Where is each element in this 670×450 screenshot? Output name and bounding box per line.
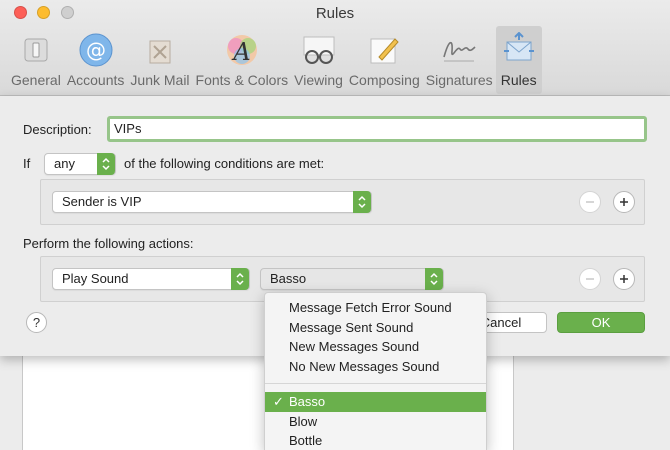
tab-fonts-colors[interactable]: A Fonts & Colors	[193, 26, 292, 94]
match-type-value: any	[54, 156, 75, 171]
ok-button[interactable]: OK	[557, 312, 645, 333]
menu-item-new-messages-sound[interactable]: New Messages Sound	[265, 337, 486, 357]
menu-item-bottle[interactable]: Bottle	[265, 431, 486, 450]
preferences-toolbar: General @ Accounts Junk Mail A Fonts & C…	[8, 26, 542, 94]
sound-value: Basso	[270, 271, 307, 286]
sound-popup[interactable]: Basso	[260, 268, 444, 290]
action-popup[interactable]: Play Sound	[52, 268, 250, 290]
title-bar: Rules General @ Accounts Junk Mail A Fon…	[0, 0, 670, 96]
actions-label: Perform the following actions:	[23, 236, 194, 251]
menu-item-message-sent-sound[interactable]: Message Sent Sound	[265, 318, 486, 338]
plus-icon	[620, 198, 628, 206]
junk-bin-icon	[140, 30, 180, 70]
menu-item-basso[interactable]: ✓ Basso	[265, 392, 486, 412]
tab-rules[interactable]: Rules	[495, 26, 542, 94]
popup-stepper-icon	[353, 191, 371, 213]
menu-item-label: Basso	[289, 394, 326, 409]
sound-dropdown-menu: Message Fetch Error Sound Message Sent S…	[264, 292, 487, 450]
popup-stepper-icon	[231, 268, 249, 290]
general-switch-icon	[16, 30, 56, 70]
condition-value: Sender is VIP	[62, 194, 142, 209]
minus-icon	[586, 201, 594, 203]
menu-separator	[265, 383, 486, 384]
description-input[interactable]: VIPs	[107, 116, 647, 142]
help-button[interactable]: ?	[26, 312, 47, 333]
popup-stepper-icon	[97, 153, 115, 175]
action-value: Play Sound	[62, 271, 129, 286]
tab-junk-mail[interactable]: Junk Mail	[127, 26, 192, 94]
window-title: Rules	[315, 5, 355, 22]
remove-condition-button[interactable]	[579, 191, 601, 213]
add-action-button[interactable]	[613, 268, 635, 290]
remove-action-button[interactable]	[579, 268, 601, 290]
conditions-suffix-label: of the following conditions are met:	[124, 156, 325, 171]
tab-signatures[interactable]: Signatures	[423, 26, 496, 94]
if-label: If	[23, 156, 31, 171]
condition-popup[interactable]: Sender is VIP	[52, 191, 372, 213]
popup-stepper-icon	[425, 268, 443, 290]
add-condition-button[interactable]	[613, 191, 635, 213]
checkmark-icon: ✓	[273, 394, 284, 409]
pencil-paper-icon	[364, 30, 404, 70]
menu-item-message-fetch-error-sound[interactable]: Message Fetch Error Sound	[265, 298, 486, 318]
fonts-colors-icon: A	[222, 30, 262, 70]
menu-item-blow[interactable]: Blow	[265, 412, 486, 432]
glasses-icon	[299, 30, 339, 70]
svg-text:A: A	[231, 38, 250, 66]
conditions-box: Sender is VIP	[40, 179, 645, 225]
rules-envelope-icon	[499, 30, 539, 70]
menu-item-no-new-messages-sound[interactable]: No New Messages Sound	[265, 357, 486, 377]
match-type-popup[interactable]: any	[44, 153, 116, 175]
minus-icon	[586, 278, 594, 280]
at-sign-icon: @	[76, 30, 116, 70]
tab-viewing[interactable]: Viewing	[291, 26, 346, 94]
plus-icon	[620, 275, 628, 283]
description-label: Description:	[23, 122, 92, 137]
tab-general[interactable]: General	[8, 26, 64, 94]
tab-accounts[interactable]: @ Accounts	[64, 26, 128, 94]
tab-composing[interactable]: Composing	[346, 26, 423, 94]
svg-text:@: @	[86, 38, 106, 62]
signature-icon	[439, 30, 479, 70]
